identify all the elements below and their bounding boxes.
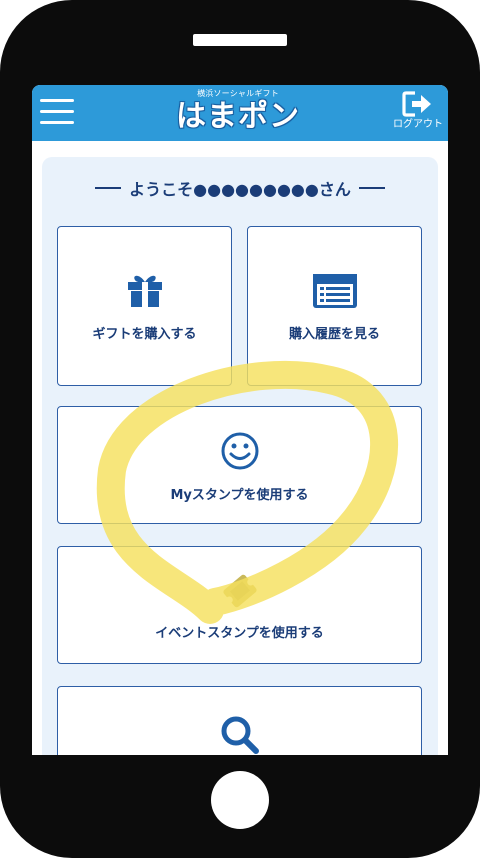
home-button[interactable] — [211, 771, 269, 829]
search-button[interactable] — [57, 686, 422, 755]
logout-button[interactable]: ログアウト — [388, 91, 448, 141]
brand-name: はまポン — [176, 99, 300, 134]
brand-subtitle: 横浜ソーシャルギフト — [197, 89, 279, 98]
gift-icon — [127, 275, 162, 307]
app-screen: 横浜ソーシャルギフト はまポン ログアウト ようこそ●●●●●●●●●さん ギフ… — [32, 85, 448, 755]
event-stamp-button[interactable]: イベントスタンプを使用する — [57, 546, 422, 664]
my-stamp-label: Myスタンプを使用する — [170, 488, 309, 503]
phone-frame: 横浜ソーシャルギフト はまポン ログアウト ようこそ●●●●●●●●●さん ギフ… — [0, 0, 480, 858]
purchase-history-label: 購入履歴を見る — [288, 327, 380, 342]
my-stamp-button[interactable]: Myスタンプを使用する — [57, 406, 422, 524]
phone-speaker — [193, 34, 287, 46]
brand-logo[interactable]: 横浜ソーシャルギフト はまポン — [172, 89, 304, 139]
logout-label: ログアウト — [393, 119, 443, 130]
logout-icon — [402, 91, 431, 117]
hamburger-menu-icon[interactable] — [40, 97, 76, 127]
welcome-heading: ようこそ●●●●●●●●●さん — [42, 175, 438, 201]
event-stamp-label: イベントスタンプを使用する — [155, 626, 324, 641]
menu-panel: ようこそ●●●●●●●●●さん ギフトを購入する 購入履歴を見る Myスタンプを… — [42, 157, 438, 755]
buy-gift-label: ギフトを購入する — [92, 327, 197, 342]
purchase-history-button[interactable]: 購入履歴を見る — [247, 226, 422, 386]
welcome-rule-right — [358, 187, 385, 189]
list-document-icon — [312, 274, 357, 308]
ticket-icon — [222, 574, 257, 608]
smiley-icon — [221, 432, 258, 470]
search-icon — [221, 716, 259, 754]
welcome-text: ようこそ●●●●●●●●●さん — [129, 180, 351, 199]
buy-gift-button[interactable]: ギフトを購入する — [57, 226, 232, 386]
welcome-rule-left — [95, 187, 122, 189]
app-header: 横浜ソーシャルギフト はまポン ログアウト — [32, 85, 448, 141]
